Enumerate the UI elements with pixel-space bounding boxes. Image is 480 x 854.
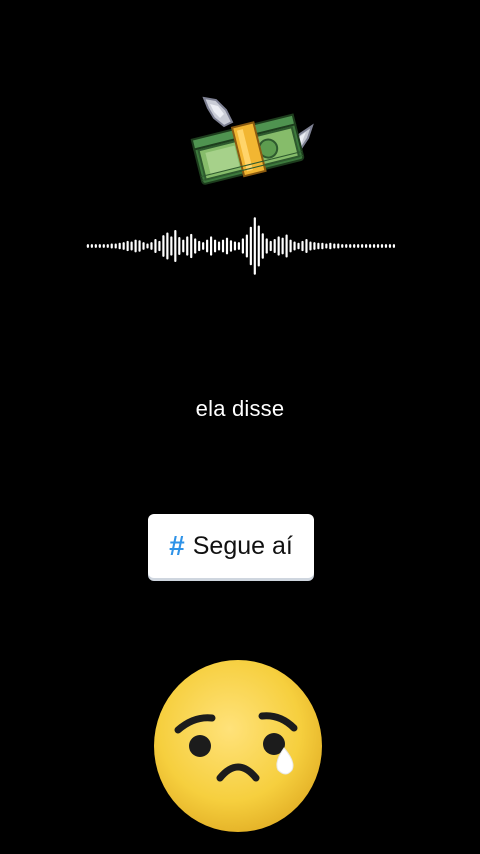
waveform-bar [372, 244, 376, 248]
waveform-bar [301, 240, 304, 252]
waveform-bar [221, 239, 225, 253]
waveform-bar [257, 225, 260, 267]
waveform-bar [98, 244, 101, 248]
waveform-bar [233, 241, 237, 251]
waveform-bar [313, 242, 316, 250]
waveform-bar [337, 243, 340, 249]
waveform-bar [361, 244, 364, 248]
waveform-bar [178, 237, 181, 255]
waveform-bar [182, 239, 185, 253]
waveform-bar [130, 241, 133, 251]
waveform-bar [166, 232, 169, 260]
flying-money-icon [190, 96, 314, 185]
waveform-bar [376, 244, 380, 248]
waveform-bar [146, 243, 149, 249]
sad-face-tear-icon [154, 660, 322, 832]
waveform-bar [329, 242, 332, 250]
waveform-bar [198, 240, 201, 252]
waveform-bar [392, 244, 396, 248]
waveform-bar [206, 239, 209, 253]
waveform-bar [138, 240, 141, 252]
waveform-bar [122, 242, 125, 250]
waveform-bar [277, 236, 280, 256]
audio-waveform [86, 217, 396, 275]
waveform-bar [265, 238, 268, 254]
waveform-bar [194, 238, 197, 254]
waveform-bar [142, 242, 145, 250]
waveform-bar [341, 244, 344, 248]
waveform-bar [102, 244, 105, 248]
waveform-bar [349, 244, 352, 248]
waveform-bar [345, 244, 348, 248]
waveform-bar [237, 242, 241, 250]
waveform-bar [388, 244, 392, 248]
waveform-bar [170, 236, 173, 256]
waveform-bar [253, 217, 256, 275]
waveform-bar [134, 239, 137, 253]
waveform-bar [321, 242, 324, 250]
waveform-bar [317, 242, 320, 250]
waveform-bar [150, 242, 153, 250]
waveform-bar [365, 244, 368, 248]
waveform-bar [368, 244, 372, 248]
waveform-bar [213, 239, 217, 253]
waveform-bar [225, 237, 229, 255]
waveform-bar [285, 234, 288, 258]
waveform-bar [90, 244, 93, 248]
waveform-bar [261, 233, 264, 259]
waveform-bar [249, 226, 252, 266]
waveform-bar [229, 240, 233, 252]
waveform-bar [353, 244, 356, 248]
hashtag-sticker[interactable]: # Segue aí [148, 514, 314, 578]
waveform-bar [126, 240, 129, 252]
waveform-bar [309, 241, 312, 251]
hashtag-text: Segue aí [192, 531, 293, 560]
waveform-bar [305, 238, 308, 254]
waveform-bar [333, 243, 336, 249]
waveform-bar [174, 230, 177, 262]
waveform-bar [293, 241, 296, 251]
waveform-bar [325, 243, 328, 249]
waveform-bar [118, 242, 121, 250]
waveform-bar [281, 237, 284, 255]
waveform-bar [357, 244, 360, 248]
waveform-bar [94, 244, 97, 248]
waveform-bar [110, 243, 113, 249]
waveform-bar [106, 244, 109, 248]
waveform-bar [210, 236, 213, 256]
waveform-bar [384, 244, 388, 248]
waveform-bar [162, 235, 165, 257]
waveform-bar [154, 238, 157, 254]
hashtag-symbol: # [169, 530, 185, 561]
waveform-bar [289, 239, 292, 253]
waveform-bar [114, 243, 117, 249]
waveform-bar [217, 241, 221, 251]
waveform-bar [86, 244, 89, 248]
caption-text: ela disse [195, 396, 285, 421]
waveform-bar [380, 244, 384, 248]
waveform-bar [241, 238, 244, 254]
waveform-bar [273, 238, 276, 254]
waveform-bar [186, 236, 189, 256]
waveform-bar [190, 233, 193, 259]
waveform-bar [269, 240, 272, 252]
waveform-bar [245, 234, 248, 258]
waveform-bar [297, 242, 300, 250]
waveform-bar [202, 242, 205, 250]
waveform-bar [158, 240, 161, 252]
